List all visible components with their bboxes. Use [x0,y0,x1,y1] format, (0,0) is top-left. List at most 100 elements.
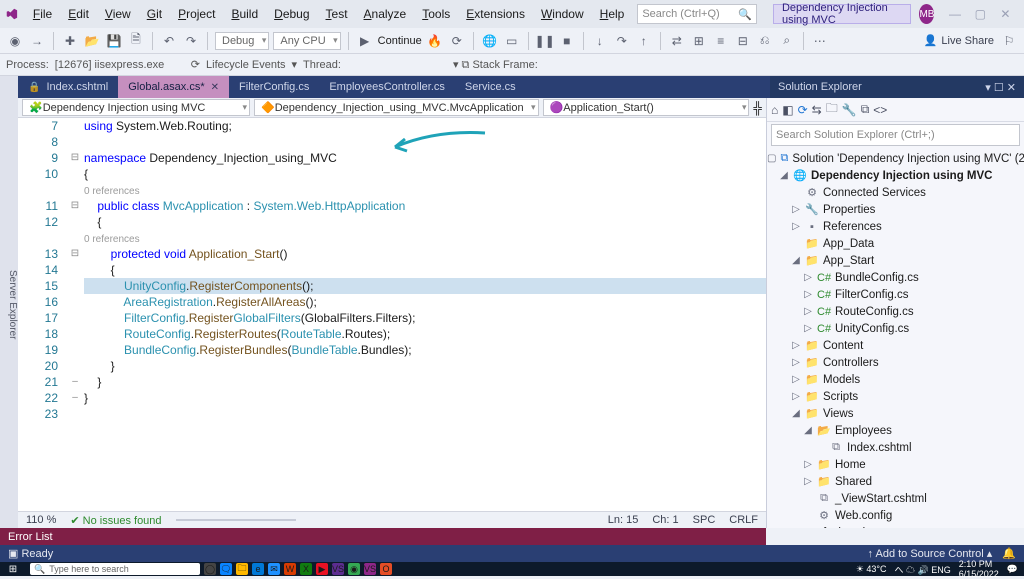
tree-controllers[interactable]: ▷📁Controllers [767,354,1024,371]
menu-help[interactable]: Help [593,4,632,24]
tree-app-data[interactable]: 📁App_Data [767,235,1024,252]
save-all-icon[interactable]: 🗎 [127,32,145,50]
undo-icon[interactable]: ↶ [160,32,178,50]
tree-shared[interactable]: ▷📁Shared [767,473,1024,490]
tree-index-cshtml[interactable]: ⧉Index.cshtml [767,439,1024,456]
misc-3[interactable]: ≡ [712,32,730,50]
menu-window[interactable]: Window [534,4,591,24]
restart-icon[interactable]: ⟳ [448,32,466,50]
tree-web-config[interactable]: ⚙Web.config [767,507,1024,524]
menu-edit[interactable]: Edit [61,4,96,24]
step-into-icon[interactable]: ↓ [591,32,609,50]
minimize-button[interactable]: — [942,4,967,24]
refresh-icon[interactable]: ⟳ [798,103,808,117]
browser-icon[interactable]: 🌐 [481,32,499,50]
menu-git[interactable]: Git [140,4,169,24]
misc-6[interactable]: ⌕ [778,32,796,50]
preview-icon[interactable]: ⧉ [861,102,870,117]
live-share-button[interactable]: 👤 Live Share [924,34,994,47]
tab-employeescontroller-cs[interactable]: EmployeesController.cs [319,76,455,98]
issues-indicator[interactable]: ✔ No issues found [70,514,161,527]
error-list-panel[interactable]: Error List [0,528,766,545]
tree--viewstart-cshtml[interactable]: ⧉_ViewStart.cshtml [767,490,1024,507]
collapse-icon[interactable]: ◧ [782,103,793,117]
menu-tools[interactable]: Tools [415,4,457,24]
config-select[interactable]: Debug [215,32,269,50]
code-icon[interactable]: <> [873,103,887,117]
start-button[interactable]: ⊞ [0,562,26,576]
menu-build[interactable]: Build [224,4,265,24]
tree-bundleconfig-cs[interactable]: ▷C#BundleConfig.cs [767,269,1024,286]
solution-explorer-title[interactable]: Solution Explorer ▾ ☐ ✕ [770,76,1024,98]
menu-view[interactable]: View [98,4,138,24]
quick-search[interactable]: Search (Ctrl+Q)🔍 [637,4,757,24]
process-select[interactable]: [12676] iisexpress.exe [55,59,185,71]
tree-scripts[interactable]: ▷📁Scripts [767,388,1024,405]
sync-icon[interactable]: ⇆ [812,103,822,117]
system-tray[interactable]: ☀ 43°C へ ☁ 🔊 ENG 2:10 PM6/15/2022 💬 [856,559,1024,579]
nav-fwd-icon[interactable]: → [28,32,46,50]
taskbar-search[interactable]: 🔍 Type here to search [30,563,200,575]
type-dropdown[interactable]: 🔶 Dependency_Injection_using_MVC.MvcAppl… [254,99,539,116]
stop-icon[interactable]: ■ [558,32,576,50]
tree-connected-services[interactable]: ⚙Connected Services [767,184,1024,201]
solution-name-pill[interactable]: Dependency Injection using MVC [773,4,911,24]
maximize-button[interactable]: ▢ [968,4,993,24]
tab-global-asax-cs-[interactable]: Global.asax.cs*✕ [118,76,229,98]
platform-select[interactable]: Any CPU [273,32,340,50]
close-button[interactable]: ✕ [993,4,1018,24]
code-editor[interactable]: 7891011121314151617181920212223 ⊟⊟⊟–– us… [18,118,766,511]
tree-unityconfig-cs[interactable]: ▷C#UnityConfig.cs [767,320,1024,337]
home-icon[interactable]: ⌂ [771,103,778,117]
properties-icon[interactable]: 🔧 [842,103,857,117]
redo-icon[interactable]: ↷ [182,32,200,50]
new-file-icon[interactable]: ✚ [61,32,79,50]
tree-filterconfig-cs[interactable]: ▷C#FilterConfig.cs [767,286,1024,303]
window-icon[interactable]: ▭ [503,32,521,50]
continue-icon[interactable]: ▶ [356,32,374,50]
left-rail[interactable]: Server Explorer [0,76,18,528]
tab-service-cs[interactable]: Service.cs [455,76,526,98]
tree-dependency-injection-using-mvc[interactable]: ◢🌐Dependency Injection using MVC [767,167,1024,184]
menu-test[interactable]: Test [319,4,355,24]
misc-4[interactable]: ⊟ [734,32,752,50]
menu-analyze[interactable]: Analyze [357,4,414,24]
tree-references[interactable]: ▷▪References [767,218,1024,235]
solution-tree[interactable]: ▢⧉Solution 'Dependency Injection using M… [767,148,1024,528]
tree-content[interactable]: ▷📁Content [767,337,1024,354]
step-out-icon[interactable]: ↑ [635,32,653,50]
lifecycle-icon[interactable]: ⟳ [191,58,200,71]
tree-properties[interactable]: ▷🔧Properties [767,201,1024,218]
misc-5[interactable]: ⎌ [756,32,774,50]
menu-file[interactable]: File [26,4,59,24]
showall-icon[interactable]: 🗀 [826,99,838,120]
tree-home[interactable]: ▷📁Home [767,456,1024,473]
menu-project[interactable]: Project [171,4,222,24]
tab-filterconfig-cs[interactable]: FilterConfig.cs [229,76,319,98]
tree-routeconfig-cs[interactable]: ▷C#RouteConfig.cs [767,303,1024,320]
tree-views[interactable]: ◢📁Views [767,405,1024,422]
tree-favicon-ico[interactable]: ◓favicon.ico [767,524,1024,528]
split-icon[interactable]: ╬ [753,101,762,115]
zoom-level[interactable]: 110 % [26,514,56,526]
member-dropdown[interactable]: 🟣 Application_Start() [543,99,750,116]
save-icon[interactable]: 💾 [105,32,123,50]
pause-icon[interactable]: ❚❚ [536,32,554,50]
feedback-icon[interactable]: ⚐ [1000,32,1018,50]
tree-app-start[interactable]: ◢📁App_Start [767,252,1024,269]
misc-1[interactable]: ⇄ [668,32,686,50]
menu-extensions[interactable]: Extensions [459,4,532,24]
misc-2[interactable]: ⊞ [690,32,708,50]
tree-models[interactable]: ▷📁Models [767,371,1024,388]
project-dropdown[interactable]: 🧩 Dependency Injection using MVC [22,99,250,116]
tree-employees[interactable]: ◢📂Employees [767,422,1024,439]
taskbar-apps[interactable]: ◯🗨 🗀e ✉W X▶ VS◉ VSO [204,563,392,575]
solexp-search[interactable]: Search Solution Explorer (Ctrl+;) [771,124,1020,146]
open-file-icon[interactable]: 📂 [83,32,101,50]
step-over-icon[interactable]: ↷ [613,32,631,50]
user-avatar[interactable]: MB [919,4,934,24]
continue-label[interactable]: Continue [378,35,422,47]
misc-7[interactable]: ⋯ [811,32,829,50]
nav-back-icon[interactable]: ◉ [6,32,24,50]
tree-solution--dependency-injection-using-mvc---2-of-2-proje[interactable]: ▢⧉Solution 'Dependency Injection using M… [767,150,1024,167]
